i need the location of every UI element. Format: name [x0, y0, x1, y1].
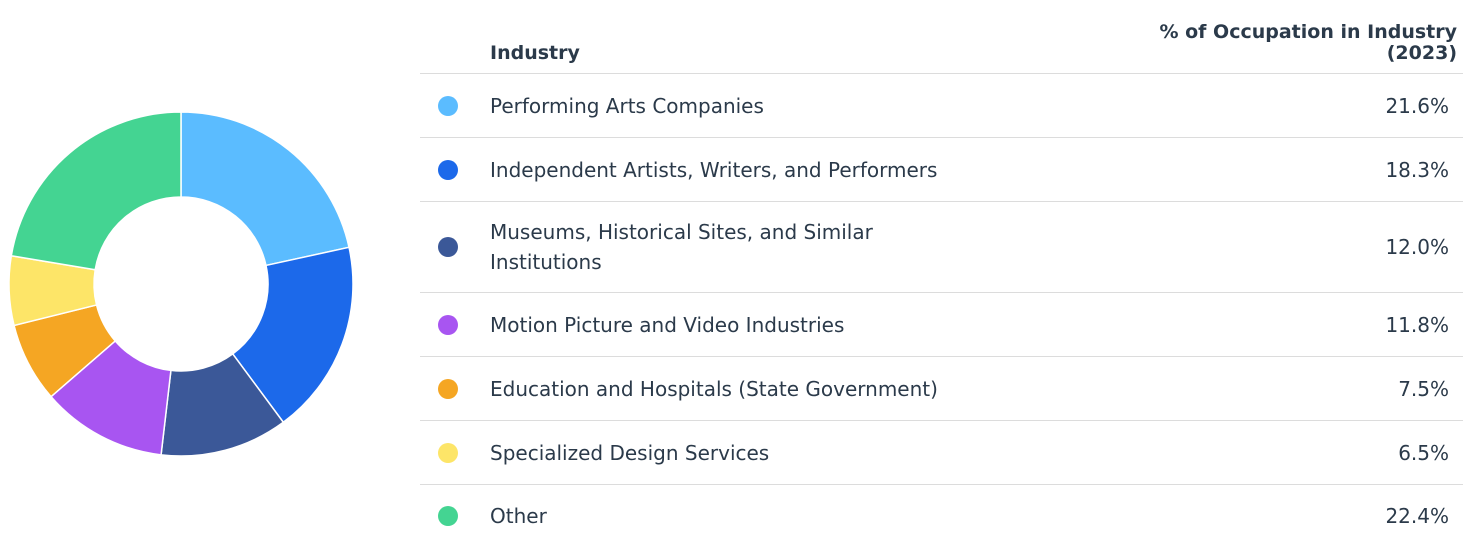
industry-percent: 6.5%: [1398, 440, 1449, 465]
table-row: Independent Artists, Writers, and Perfor…: [420, 138, 1463, 202]
industry-percent: 22.4%: [1385, 504, 1449, 528]
legend-dot-icon: [438, 314, 458, 335]
industry-name: Motion Picture and Video Industries: [490, 312, 845, 337]
industry-name: Other: [490, 504, 547, 528]
donut-chart-svg: [8, 111, 354, 457]
industry-name: Specialized Design Services: [490, 440, 770, 465]
percent-column-header-line1: % of Occupation in Industry: [1159, 21, 1457, 43]
table-row: Museums, Historical Sites, and Similar I…: [420, 202, 1463, 293]
industry-percent: 18.3%: [1385, 157, 1449, 182]
donut-slice[interactable]: [180, 111, 350, 267]
industry-percent: 7.5%: [1398, 376, 1449, 401]
table-row: Motion Picture and Video Industries 11.8…: [420, 293, 1463, 357]
legend-dot-icon: [438, 159, 458, 180]
industry-name: Education and Hospitals (State Governmen…: [490, 376, 938, 401]
industry-percent: 11.8%: [1385, 312, 1449, 337]
industry-name: Museums, Historical Sites, and Similar I…: [490, 220, 873, 274]
legend-dot-icon: [438, 237, 458, 257]
legend-dot-icon: [438, 506, 458, 526]
industry-name: Independent Artists, Writers, and Perfor…: [490, 157, 938, 182]
table-row: Other 22.4%: [420, 485, 1463, 547]
legend-dot-icon: [438, 378, 458, 399]
legend-dot-icon: [438, 442, 458, 463]
industry-percent: 12.0%: [1385, 235, 1449, 259]
industry-column-header: Industry: [490, 42, 580, 64]
percent-column-header: % of Occupation in Industry (2023): [1037, 22, 1457, 64]
percent-column-header-line2: (2023): [1386, 42, 1457, 64]
table-row: Specialized Design Services 6.5%: [420, 421, 1463, 485]
legend-dot-icon: [438, 95, 458, 116]
industry-name: Performing Arts Companies: [490, 93, 764, 118]
donut-chart: [0, 103, 362, 465]
table-header: Industry % of Occupation in Industry (20…: [420, 0, 1463, 74]
table-row: Education and Hospitals (State Governmen…: [420, 357, 1463, 421]
industry-percent: 21.6%: [1385, 93, 1449, 118]
industry-table: Industry % of Occupation in Industry (20…: [420, 0, 1463, 547]
donut-slice[interactable]: [10, 111, 182, 271]
table-row: Performing Arts Companies 21.6%: [420, 74, 1463, 138]
